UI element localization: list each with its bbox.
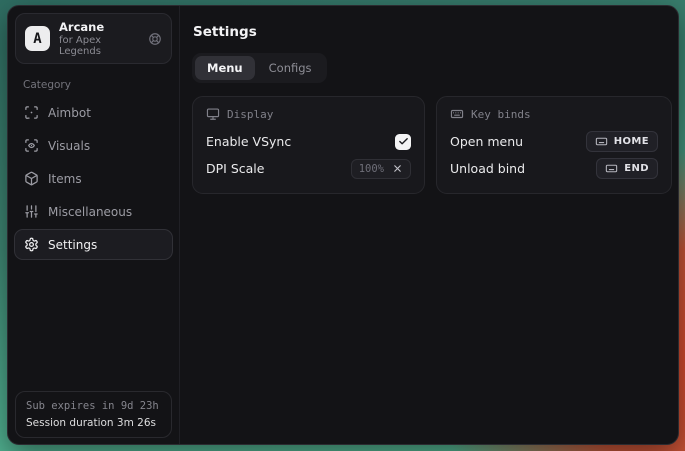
tab-bar: Menu Configs [192,53,327,83]
vsync-row: Enable VSync [206,129,411,154]
gear-icon [24,237,39,252]
sidebar-item-label: Aimbot [48,106,91,120]
unload-bind-row: Unload bind END [450,156,658,181]
sidebar-item-label: Settings [48,238,97,252]
sidebar: A Arcane for Apex Legends Category Aimbo… [8,6,180,444]
keyboard-icon [605,162,618,175]
clear-icon[interactable] [392,163,403,174]
main-content: Settings Menu Configs Display Enable VSy… [180,6,679,444]
sidebar-item-visuals[interactable]: Visuals [14,130,173,161]
app-window: A Arcane for Apex Legends Category Aimbo… [7,5,679,445]
page-title: Settings [193,24,672,40]
brand-card: A Arcane for Apex Legends [15,13,172,64]
keyboard-icon [595,135,608,148]
vsync-label: Enable VSync [206,134,291,149]
category-label: Category [23,79,173,91]
dpi-value: 100% [359,163,384,175]
vsync-checkbox[interactable] [395,134,411,150]
sidebar-nav: Aimbot Visuals Items Miscellaneous [14,96,173,261]
dpi-row: DPI Scale 100% [206,156,411,181]
sidebar-item-label: Items [48,172,82,186]
unload-bind-label: Unload bind [450,161,525,176]
sliders-icon [24,204,39,219]
tab-menu[interactable]: Menu [195,56,255,80]
open-menu-row: Open menu HOME [450,129,658,154]
settings-cards: Display Enable VSync DPI Scale 100% [192,96,672,194]
brand-text: Arcane for Apex Legends [59,20,139,57]
sidebar-item-settings[interactable]: Settings [14,229,173,260]
open-menu-bind-button[interactable]: HOME [586,131,658,152]
unload-bind-button[interactable]: END [596,158,658,179]
tab-configs[interactable]: Configs [257,56,324,80]
open-menu-label: Open menu [450,134,523,149]
sidebar-item-aimbot[interactable]: Aimbot [14,97,173,128]
display-card: Display Enable VSync DPI Scale 100% [192,96,425,194]
keyboard-icon [450,107,464,121]
sub-expires-text: Sub expires in 9d 23h [26,400,161,412]
lifebuoy-icon[interactable] [148,32,162,46]
dpi-scale-input[interactable]: 100% [351,159,411,179]
session-card: Sub expires in 9d 23h Session duration 3… [15,391,172,438]
keybinds-card-title: Key binds [471,108,531,121]
app-tagline: for Apex Legends [59,35,139,57]
keybinds-card-header: Key binds [450,107,658,121]
sidebar-item-miscellaneous[interactable]: Miscellaneous [14,196,173,227]
dpi-label: DPI Scale [206,161,264,176]
session-duration-text: Session duration 3m 26s [26,417,161,429]
crosshair-scan-icon [24,105,39,120]
app-logo: A [25,26,50,51]
sidebar-item-label: Visuals [48,139,90,153]
monitor-icon [206,107,220,121]
unload-bind-key: END [624,163,649,174]
package-icon [24,171,39,186]
keybinds-card: Key binds Open menu HOME Unload bind [436,96,672,194]
sidebar-item-label: Miscellaneous [48,205,132,219]
app-name: Arcane [59,20,139,34]
scan-eye-icon [24,138,39,153]
sidebar-item-items[interactable]: Items [14,163,173,194]
display-card-header: Display [206,107,411,121]
display-card-title: Display [227,108,273,121]
sidebar-spacer [14,261,173,391]
open-menu-bind-key: HOME [614,136,649,147]
